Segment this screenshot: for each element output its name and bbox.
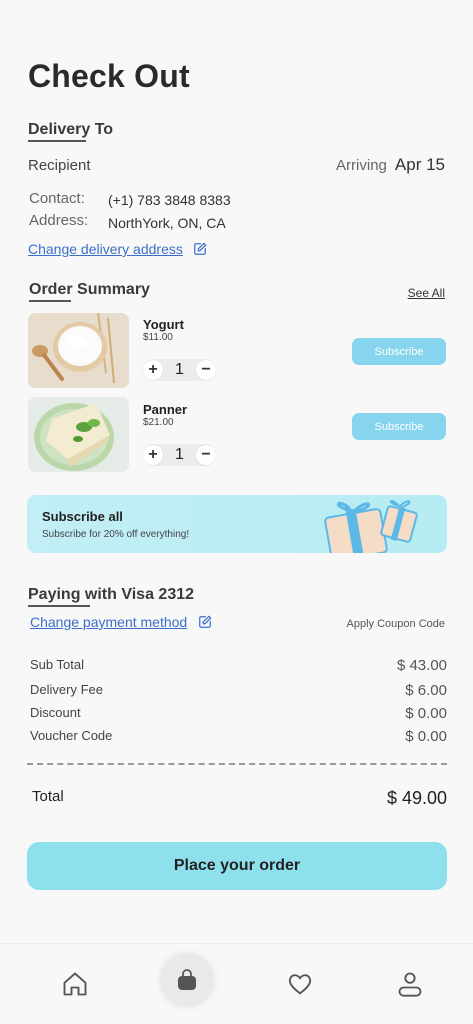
nav-favorites[interactable]	[280, 964, 320, 1004]
order-heading-underline	[29, 300, 71, 302]
summary-label: Delivery Fee	[30, 682, 103, 697]
summary-value: $ 0.00	[405, 705, 447, 722]
summary-value: $ 6.00	[405, 682, 447, 699]
increment-button[interactable]: −	[196, 445, 216, 465]
summary-row-subtotal: Sub Total $ 43.00	[30, 657, 447, 674]
arriving-label: Arriving	[336, 157, 387, 174]
increment-button[interactable]: −	[196, 360, 216, 380]
heart-icon	[288, 974, 312, 995]
recipient-label: Recipient	[28, 157, 91, 174]
decrement-button[interactable]: +	[143, 445, 163, 465]
nav-bag[interactable]	[161, 954, 213, 1006]
address-value: NorthYork, ON, CA	[108, 215, 226, 231]
summary-label: Voucher Code	[30, 728, 113, 743]
arriving-info: Arriving Apr 15	[336, 155, 445, 175]
product-price: $11.00	[143, 332, 173, 343]
summary-row-voucher: Voucher Code $ 0.00	[30, 728, 447, 745]
arriving-date: Apr 15	[394, 155, 445, 174]
product-name: Panner	[143, 402, 188, 417]
profile-icon	[398, 972, 422, 997]
summary-divider	[27, 763, 447, 765]
see-all-link[interactable]: See All	[408, 286, 445, 300]
bottom-nav	[0, 943, 473, 1024]
address-label: Address:	[29, 212, 89, 229]
summary-value: $ 43.00	[396, 657, 447, 674]
product-name: Yogurt	[143, 317, 184, 332]
apply-coupon-link[interactable]: Apply Coupon Code	[347, 618, 445, 630]
payment-heading-underline	[28, 605, 90, 607]
order-summary-heading: Order Summary	[29, 281, 150, 298]
contact-label: Contact:	[29, 190, 85, 207]
summary-row-delivery-fee: Delivery Fee $ 6.00	[30, 682, 447, 699]
summary-label: Discount	[30, 705, 81, 720]
nav-home[interactable]	[55, 964, 95, 1004]
total-label: Total	[32, 788, 64, 805]
gift-icon	[324, 500, 418, 553]
banner-title: Subscribe all	[42, 509, 123, 524]
yogurt-illustration	[28, 313, 129, 388]
panner-image	[28, 397, 129, 472]
delivery-heading-underline	[28, 140, 86, 142]
contact-value: (+1) 783 3848 8383	[108, 192, 231, 208]
place-order-button[interactable]: Place your order	[27, 842, 447, 890]
quantity-value: 1	[175, 361, 184, 378]
subscribe-button[interactable]: Subscribe	[352, 338, 446, 365]
panner-illustration	[28, 397, 129, 472]
summary-row-discount: Discount $ 0.00	[30, 705, 447, 722]
home-icon	[63, 972, 87, 996]
nav-profile[interactable]	[390, 964, 430, 1004]
product-price: $21.00	[143, 417, 174, 428]
quantity-value: 1	[175, 446, 184, 463]
subscribe-button[interactable]: Subscribe	[352, 413, 446, 440]
yogurt-image	[28, 313, 129, 388]
bag-icon	[178, 969, 196, 990]
total-value: $ 49.00	[386, 788, 447, 808]
delivery-heading: Delivery To	[28, 121, 114, 138]
edit-icon	[198, 615, 212, 628]
change-payment-method-link[interactable]: Change payment method	[30, 614, 212, 632]
decrement-button[interactable]: +	[143, 360, 163, 380]
banner-subtitle: Subscribe for 20% off everything!	[42, 529, 190, 540]
summary-value: $ 0.00	[405, 728, 447, 745]
edit-icon	[194, 242, 207, 255]
payment-heading: Paying with Visa 2312	[28, 586, 195, 603]
quantity-stepper: + 1 −	[143, 359, 216, 381]
quantity-stepper: + 1 −	[143, 444, 216, 466]
change-delivery-address-label[interactable]: Change delivery address	[28, 241, 183, 257]
subscribe-all-banner[interactable]: Subscribe all Subscribe for 20% off ever…	[27, 495, 447, 553]
summary-label: Sub Total	[30, 657, 84, 672]
page-title: Check Out	[28, 58, 190, 94]
change-payment-method-label[interactable]: Change payment method	[30, 614, 187, 630]
change-delivery-address-link[interactable]: Change delivery address	[28, 241, 207, 259]
